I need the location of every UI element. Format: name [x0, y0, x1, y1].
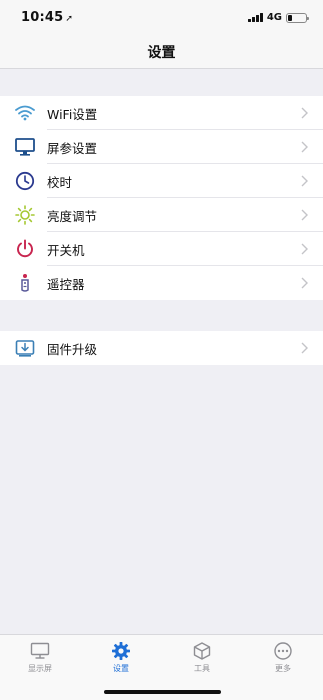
wifi-icon — [14, 102, 36, 124]
status-indicators: 4G — [247, 12, 309, 23]
settings-row-time-sync[interactable]: 校时 — [0, 164, 323, 198]
tab-tools[interactable]: 工具 — [172, 641, 232, 677]
chevron-right-icon — [301, 209, 308, 221]
brightness-icon — [14, 204, 36, 226]
settings-row-label: 屏参设置 — [47, 140, 98, 156]
status-time-text: 10:45 — [21, 10, 64, 25]
tab-more[interactable]: 更多 — [253, 641, 313, 677]
battery-icon — [286, 12, 309, 23]
location-arrow-icon: ➚ — [65, 14, 74, 24]
navigation-bar: 设置 — [0, 36, 323, 69]
more-icon — [272, 641, 294, 661]
chevron-right-icon — [301, 141, 308, 153]
settings-row-firmware-upgrade[interactable]: 固件升级 — [0, 331, 323, 365]
settings-row-label: 固件升级 — [47, 341, 98, 357]
tab-label: 工具 — [194, 664, 210, 673]
tab-label: 设置 — [113, 664, 129, 673]
tab-label: 更多 — [275, 664, 291, 673]
settings-row-label: WiFi设置 — [47, 106, 98, 122]
settings-gear-icon — [110, 641, 132, 661]
tab-bar: 显示屏 设置 工具 更多 — [0, 634, 323, 700]
chevron-right-icon — [301, 243, 308, 255]
settings-row-brightness[interactable]: 亮度调节 — [0, 198, 323, 232]
settings-row-label: 遥控器 — [47, 276, 85, 292]
settings-row-wifi[interactable]: WiFi设置 — [0, 96, 323, 130]
settings-row-label: 亮度调节 — [47, 208, 98, 224]
tab-settings[interactable]: 设置 — [91, 641, 151, 677]
page-title: 设置 — [147, 45, 176, 61]
remote-icon — [14, 272, 36, 294]
status-time: 10:45 ➚ — [21, 10, 73, 25]
settings-group-main: WiFi设置 屏参设置 校时 亮度调节 开关机 遥控器 — [0, 96, 323, 300]
monitor-icon — [14, 136, 36, 158]
tab-label: 显示屏 — [28, 664, 52, 673]
settings-row-remote[interactable]: 遥控器 — [0, 266, 323, 300]
settings-row-power[interactable]: 开关机 — [0, 232, 323, 266]
clock-icon — [14, 170, 36, 192]
settings-row-label: 校时 — [47, 174, 73, 190]
settings-row-label: 开关机 — [47, 242, 85, 258]
settings-group-firmware: 固件升级 — [0, 331, 323, 365]
firmware-icon — [14, 337, 36, 359]
status-bar: 10:45 ➚ 4G — [0, 0, 323, 36]
network-type: 4G — [266, 12, 282, 23]
toolbox-icon — [191, 641, 213, 661]
power-icon — [14, 238, 36, 260]
chevron-right-icon — [301, 277, 308, 289]
cellular-signal-icon — [247, 13, 263, 22]
chevron-right-icon — [301, 342, 308, 354]
settings-row-screen-params[interactable]: 屏参设置 — [0, 130, 323, 164]
display-tab-icon — [29, 641, 51, 661]
tab-display[interactable]: 显示屏 — [10, 641, 70, 677]
chevron-right-icon — [301, 175, 308, 187]
home-indicator[interactable] — [104, 690, 221, 694]
chevron-right-icon — [301, 107, 308, 119]
